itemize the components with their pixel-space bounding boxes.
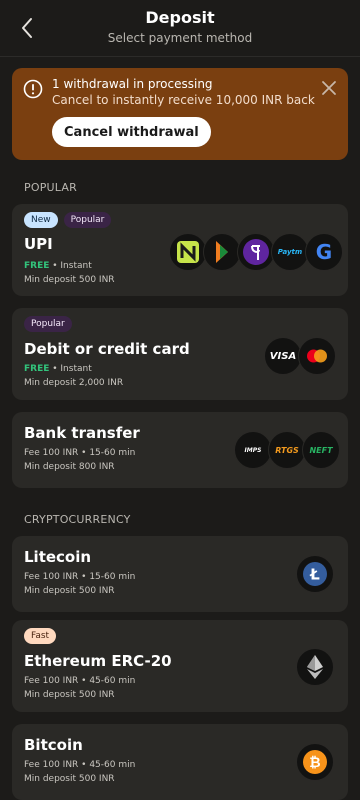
method-min-deposit: Min deposit 2,000 INR — [24, 378, 124, 388]
method-name: Bitcoin — [24, 736, 83, 754]
method-fee: Fee 100 INR • 15-60 min — [24, 572, 136, 582]
card-icons: VISA — [264, 337, 336, 375]
badge-new: New — [24, 212, 58, 228]
mastercard-icon — [298, 337, 336, 375]
free-label: FREE — [24, 261, 50, 271]
method-name: Ethereum ERC-20 — [24, 652, 172, 670]
method-fee: FREE • Instant — [24, 364, 92, 374]
google-pay-icon: G — [305, 233, 343, 271]
litecoin-icon: Ł — [296, 555, 334, 593]
method-name: Litecoin — [24, 548, 92, 566]
badge-popular: Popular — [24, 316, 72, 332]
google-text: G — [315, 240, 333, 264]
badge-group: Fast — [24, 628, 57, 644]
method-min-deposit: Min deposit 500 INR — [24, 690, 115, 700]
bitcoin-icon: ₿ — [296, 743, 334, 781]
crypto-icons: Ł — [296, 555, 334, 593]
paytm-icon: Paytm — [271, 233, 309, 271]
badge-fast: Fast — [24, 628, 57, 644]
method-fee: Fee 100 INR • 15-60 min — [24, 448, 136, 458]
free-label: FREE — [24, 364, 50, 374]
paytm-text: Paytm — [277, 248, 303, 256]
method-min-deposit: Min deposit 500 INR — [24, 586, 115, 596]
bhim-icon — [203, 233, 241, 271]
cancel-withdrawal-button[interactable]: Cancel withdrawal — [52, 117, 211, 147]
badge-popular: Popular — [63, 212, 112, 228]
phonepe-icon — [237, 233, 275, 271]
method-card-ethereum[interactable]: Fast Ethereum ERC-20 Fee 100 INR • 45-60… — [12, 620, 348, 712]
fee-detail: • Instant — [49, 261, 92, 271]
method-min-deposit: Min deposit 800 INR — [24, 462, 115, 472]
upi-icons: Paytm G — [169, 233, 343, 271]
method-min-deposit: Min deposit 500 INR — [24, 275, 115, 285]
neft-icon: NEFT — [302, 431, 340, 469]
info-icon — [23, 79, 43, 99]
page-title: Deposit — [145, 8, 215, 27]
method-name: Debit or credit card — [24, 340, 190, 358]
svg-text:Ł: Ł — [309, 566, 320, 584]
header: Deposit Select payment method — [0, 0, 360, 57]
method-fee: FREE • Instant — [24, 261, 92, 271]
visa-text: VISA — [269, 350, 297, 362]
svg-text:₿: ₿ — [309, 755, 320, 771]
imps-text: IMPS — [244, 446, 262, 454]
method-card-litecoin[interactable]: Litecoin Fee 100 INR • 15-60 min Min dep… — [12, 536, 348, 612]
section-popular-label: POPULAR — [24, 181, 77, 194]
method-fee: Fee 100 INR • 45-60 min — [24, 676, 136, 686]
rtgs-icon: RTGS — [268, 431, 306, 469]
badge-group: New Popular — [24, 212, 112, 228]
method-name: UPI — [24, 235, 53, 253]
withdrawal-banner: 1 withdrawal in processing Cancel to ins… — [12, 68, 348, 160]
crypto-icons — [296, 648, 334, 686]
fee-detail: • Instant — [49, 364, 92, 374]
page-subtitle: Select payment method — [107, 31, 253, 45]
bank-icons: IMPS RTGS NEFT — [234, 431, 340, 469]
neft-text: NEFT — [309, 445, 333, 455]
method-card-bank-transfer[interactable]: Bank transfer Fee 100 INR • 15-60 min Mi… — [12, 412, 348, 488]
method-fee: Fee 100 INR • 45-60 min — [24, 760, 136, 770]
method-name: Bank transfer — [24, 424, 140, 442]
badge-group: Popular — [24, 316, 72, 332]
close-icon[interactable] — [320, 79, 338, 97]
visa-icon: VISA — [264, 337, 302, 375]
rtgs-text: RTGS — [275, 445, 299, 455]
method-card-debit-credit[interactable]: Popular Debit or credit card FREE • Inst… — [12, 308, 348, 400]
ethereum-icon — [296, 648, 334, 686]
method-card-upi[interactable]: New Popular UPI FREE • Instant Min depos… — [12, 204, 348, 296]
navi-icon — [169, 233, 207, 271]
banner-text: Cancel to instantly receive 10,000 INR b… — [52, 93, 315, 107]
imps-icon: IMPS — [234, 431, 272, 469]
section-crypto-label: CRYPTOCURRENCY — [24, 513, 131, 526]
banner-title: 1 withdrawal in processing — [52, 77, 213, 91]
method-card-bitcoin[interactable]: Bitcoin Fee 100 INR • 45-60 min Min depo… — [12, 724, 348, 800]
crypto-icons: ₿ — [296, 743, 334, 781]
method-min-deposit: Min deposit 500 INR — [24, 774, 115, 784]
